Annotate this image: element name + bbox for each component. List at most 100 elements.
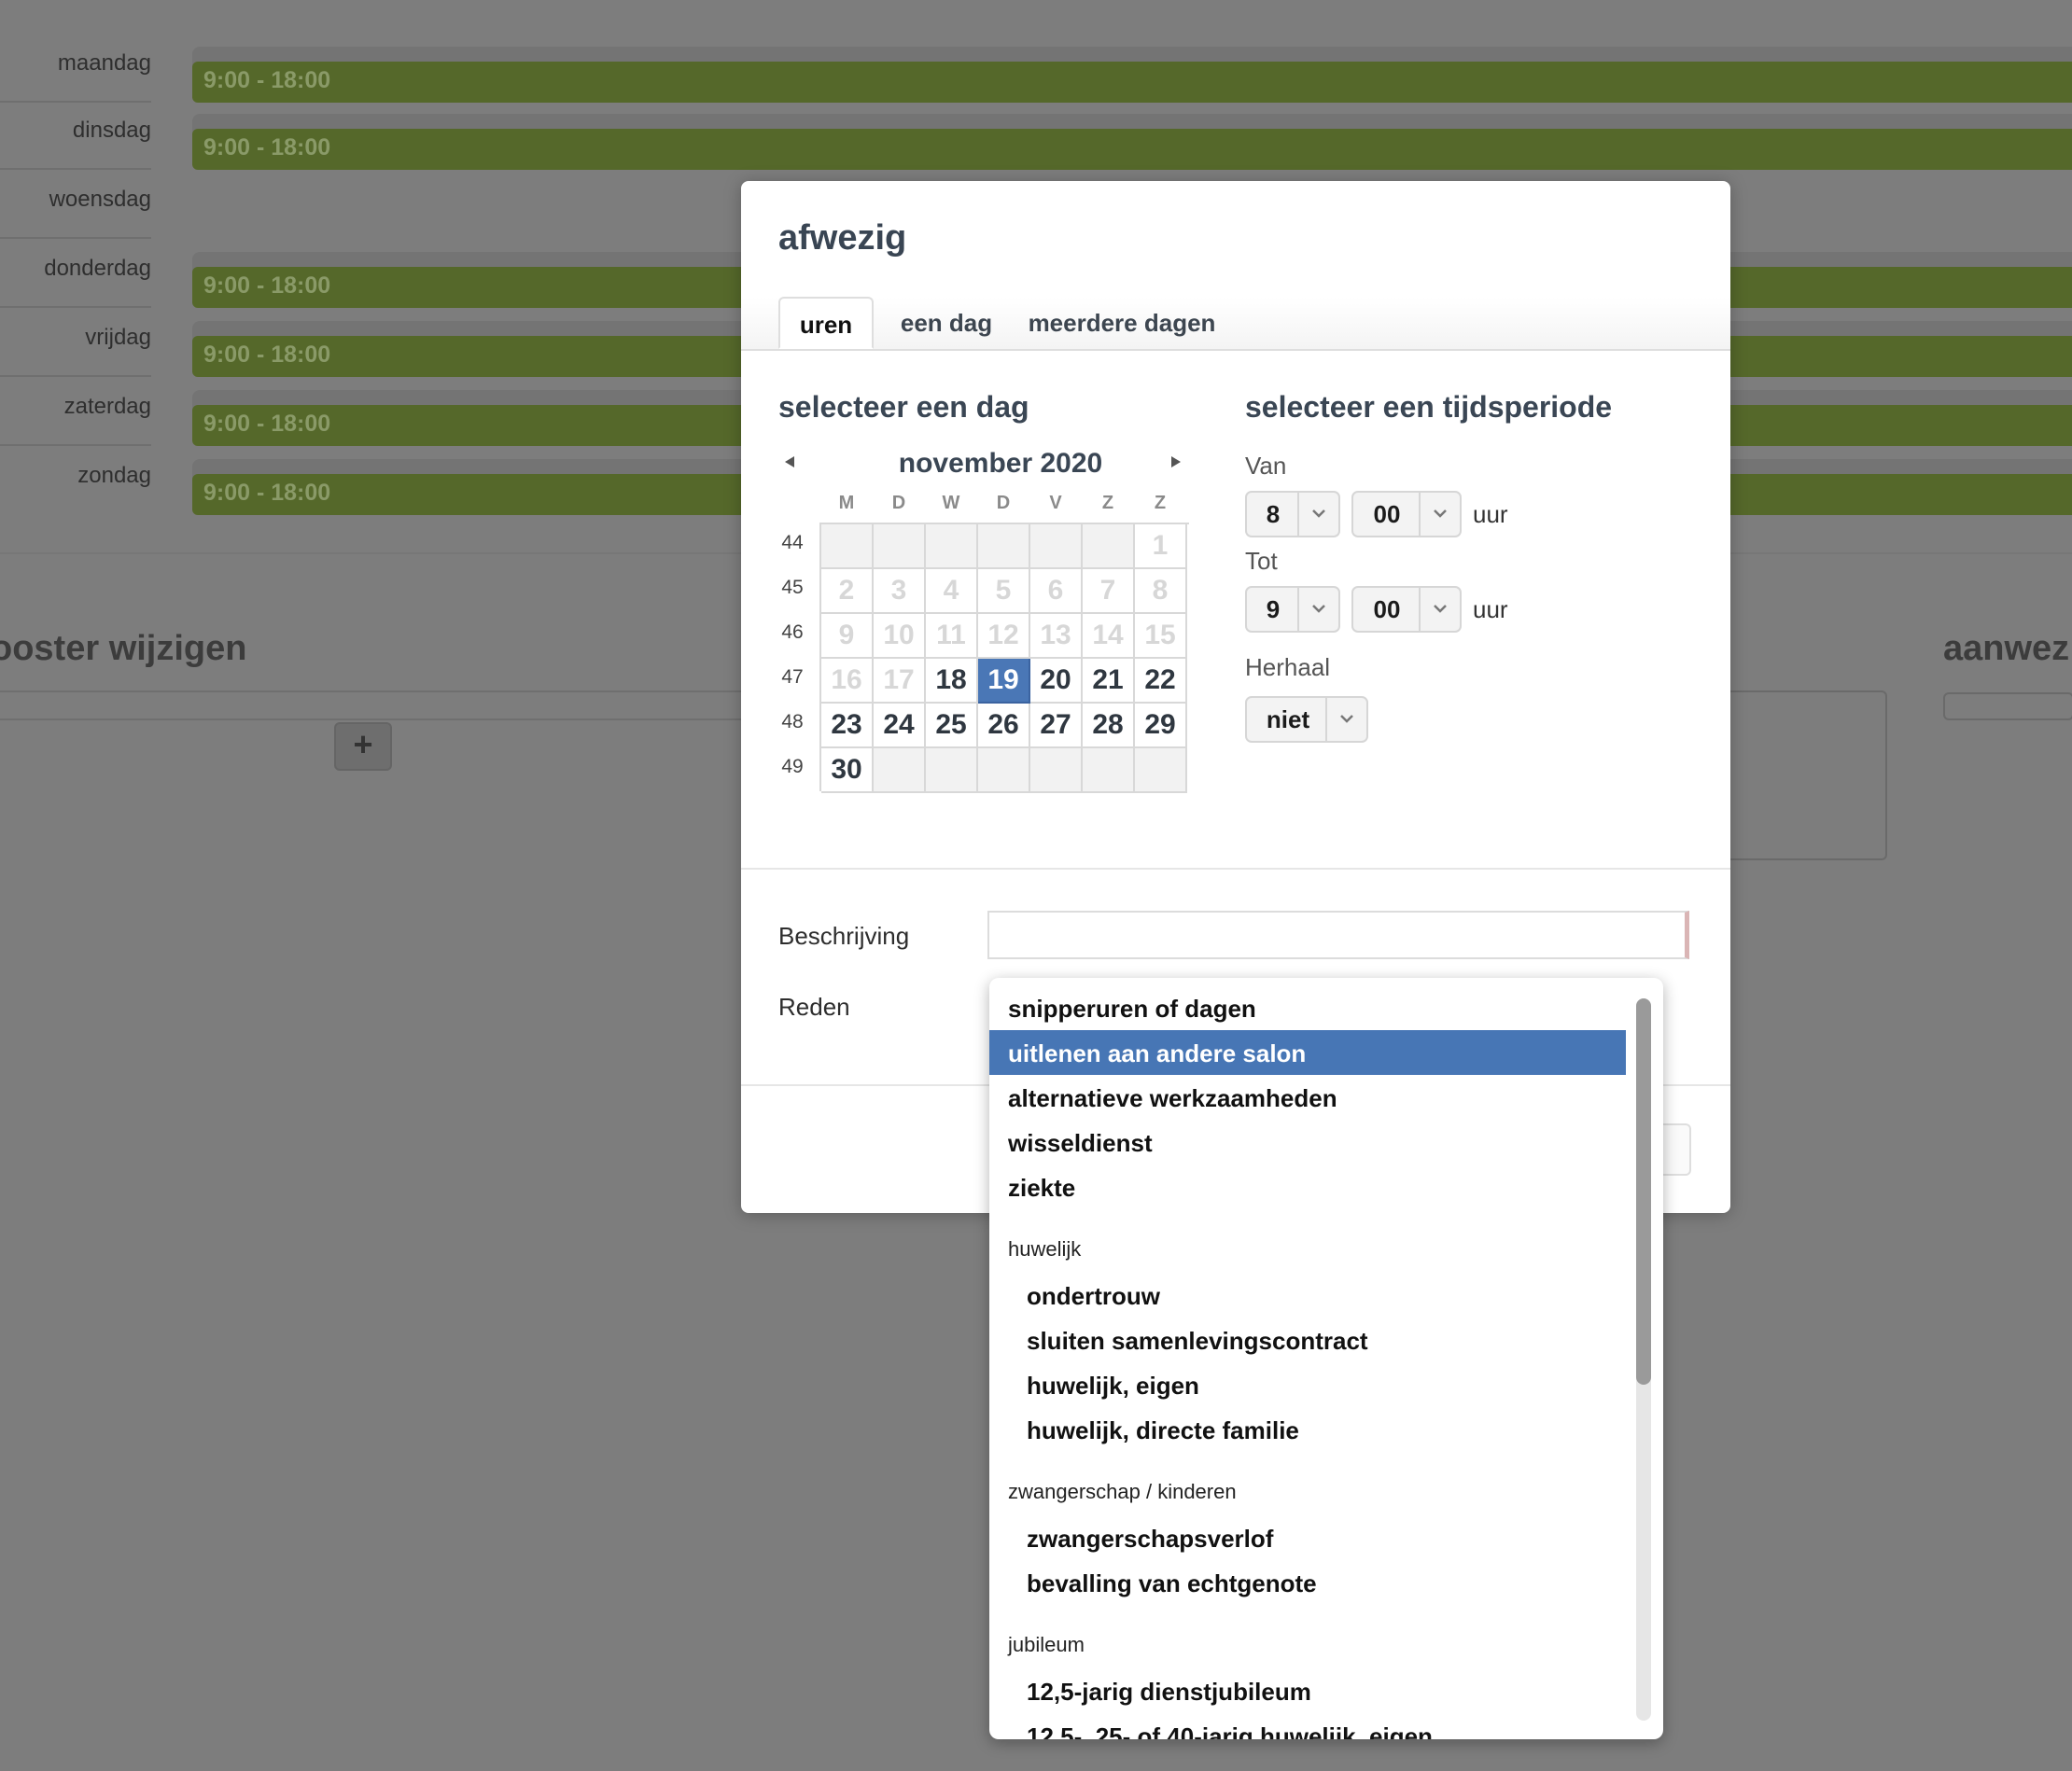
tab-one-day[interactable]: een dag [894, 297, 999, 349]
dropdown-option[interactable]: snipperuren of dagen [989, 985, 1626, 1030]
calendar-empty-cell [1030, 524, 1083, 569]
day-label: maandag [0, 35, 151, 103]
calendar-day-disabled: 16 [821, 659, 874, 704]
dropdown-option[interactable]: huwelijk, directe familie [989, 1407, 1626, 1452]
calendar-day-disabled: 12 [978, 614, 1030, 659]
dropdown-option[interactable]: sluiten samenlevingscontract [989, 1318, 1626, 1362]
calendar-empty-cell [926, 748, 978, 793]
calendar-day[interactable]: 20 [1030, 659, 1083, 704]
from-hour-select[interactable]: 8 [1245, 491, 1340, 537]
triangle-left-icon[interactable] [784, 455, 795, 473]
calendar-day[interactable]: 28 [1083, 704, 1135, 748]
week-number: 48 [781, 711, 804, 732]
day-label: dinsdag [0, 103, 151, 170]
modal-title: afwezig [778, 218, 907, 258]
shift-bar[interactable]: 9:00 - 18:00 [192, 129, 2072, 170]
calendar-day[interactable]: 22 [1135, 659, 1187, 704]
calendar-day[interactable]: 25 [926, 704, 978, 748]
day-label: vrijdag [0, 310, 151, 377]
dropdown-option[interactable]: bevalling van echtgenote [989, 1560, 1626, 1605]
dropdown-option[interactable]: ziekte [989, 1164, 1626, 1209]
tab-bar: uren een dag meerdere dagen [741, 297, 1730, 351]
dropdown-option[interactable]: 12,5-jarig dienstjubileum [989, 1668, 1626, 1713]
shift-bar[interactable]: 9:00 - 18:00 [192, 62, 2072, 103]
dropdown-option[interactable]: 12,5-, 25- of 40-jarig huwelijk, eigen [989, 1713, 1626, 1739]
schedule-row-tuesday: dinsdag 9:00 - 18:00 [0, 103, 2072, 172]
dropdown-option[interactable]: huwelijk, eigen [989, 1362, 1626, 1407]
dropdown-option[interactable]: zwangerschapsverlof [989, 1515, 1626, 1560]
description-input[interactable] [987, 911, 1689, 959]
chevron-down-icon [1419, 588, 1460, 631]
reason-dropdown-list[interactable]: 12,5-, 25- of 40-jarig huwelijk, eigen 12… [989, 978, 1663, 1739]
calendar-empty-cell [874, 524, 926, 569]
calendar-day-disabled: 15 [1135, 614, 1187, 659]
calendar-day-disabled: 4 [926, 569, 978, 614]
calendar-day-disabled: 17 [874, 659, 926, 704]
calendar-day[interactable]: 26 [978, 704, 1030, 748]
select-value: 00 [1373, 595, 1401, 623]
triangle-right-icon[interactable] [1170, 455, 1182, 473]
select-value: 00 [1373, 500, 1401, 528]
weekday-header: Z [1154, 493, 1167, 513]
calendar-day[interactable]: 24 [874, 704, 926, 748]
dropdown-option[interactable]: wisseldienst [989, 1120, 1626, 1164]
tab-multiple-days[interactable]: meerdere dagen [1021, 297, 1223, 349]
unit-label: uur [1473, 595, 1508, 623]
calendar-empty-cell [1083, 524, 1135, 569]
schedule-edit-heading: ooster wijzigen [0, 629, 247, 668]
day-section-title: selecteer een dag [778, 390, 1029, 424]
to-minute-select[interactable]: 00 [1351, 586, 1462, 633]
dropdown-option[interactable]: alternatieve werkzaamheden [989, 1075, 1626, 1120]
to-hour-select[interactable]: 9 [1245, 586, 1340, 633]
calendar-day[interactable]: 30 [821, 748, 874, 793]
weekday-header: M [838, 493, 855, 513]
divider [0, 718, 747, 720]
calendar-month-label: november 2020 [898, 448, 1103, 479]
calendar-empty-cell [1135, 748, 1187, 793]
calendar-day-disabled: 13 [1030, 614, 1083, 659]
attendance-heading: aanwez [1943, 629, 2070, 668]
weekday-header: D [891, 493, 906, 513]
calendar-empty-cell [978, 748, 1030, 793]
tab-hours[interactable]: uren [778, 297, 874, 349]
to-label: Tot [1245, 547, 1278, 575]
option-group-label: huwelijk [1008, 1237, 1082, 1261]
day-label: zaterdag [0, 379, 151, 446]
background-panel [1717, 690, 1887, 860]
calendar-day-disabled: 11 [926, 614, 978, 659]
select-value: niet [1266, 705, 1310, 733]
day-label: woensdag [0, 172, 151, 239]
calendar-empty-cell [978, 524, 1030, 569]
dropdown-option-highlighted[interactable]: uitlenen aan andere salon [989, 1030, 1626, 1075]
calendar-empty-cell [821, 524, 874, 569]
calendar-day[interactable]: 23 [821, 704, 874, 748]
calendar-day-disabled: 7 [1083, 569, 1135, 614]
calendar-day-disabled: 8 [1135, 569, 1187, 614]
calendar-empty-cell [874, 748, 926, 793]
from-minute-select[interactable]: 00 [1351, 491, 1462, 537]
dropdown-option[interactable]: ondertrouw [989, 1273, 1626, 1318]
option-group-label: zwangerschap / kinderen [1008, 1480, 1237, 1503]
weekday-header: D [996, 493, 1011, 513]
calendar-day[interactable]: 21 [1083, 659, 1135, 704]
repeat-label: Herhaal [1245, 653, 1331, 681]
background-panel [1943, 692, 2072, 720]
chevron-down-icon [1325, 698, 1366, 741]
calendar-day-disabled: 1 [1135, 524, 1187, 569]
reason-label: Reden [778, 993, 850, 1021]
calendar-day-disabled: 6 [1030, 569, 1083, 614]
calendar-empty-cell [1030, 748, 1083, 793]
calendar-day-disabled: 3 [874, 569, 926, 614]
calendar-day[interactable]: 18 [926, 659, 978, 704]
calendar-day-selected[interactable]: 19 [978, 659, 1030, 704]
calendar-grid: 1 2 3 4 5 6 7 8 9 10 11 12 13 14 15 16 17 18 19 20 21 22 23 24 2… [819, 523, 1189, 793]
calendar-day-disabled: 2 [821, 569, 874, 614]
calendar-day-disabled: 14 [1083, 614, 1135, 659]
repeat-select[interactable]: niet [1245, 696, 1368, 743]
calendar-day[interactable]: 27 [1030, 704, 1083, 748]
scrollbar-thumb[interactable] [1636, 998, 1651, 1385]
calendar-day[interactable]: 29 [1135, 704, 1187, 748]
chevron-down-icon [1297, 588, 1338, 631]
divider [0, 690, 747, 692]
add-button[interactable]: + [334, 722, 392, 771]
